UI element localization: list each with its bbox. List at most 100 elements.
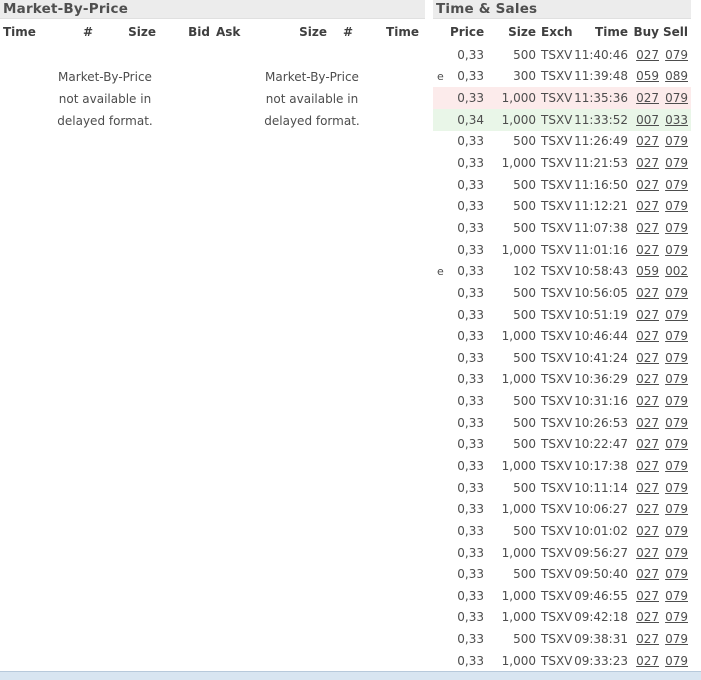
sell-broker-link[interactable]: 079: [665, 243, 688, 257]
sell-broker-link[interactable]: 079: [665, 459, 688, 473]
sell-broker-link[interactable]: 079: [665, 156, 688, 170]
trade-exchange: TSXV: [541, 610, 573, 625]
trade-row: 0,33 500 TSXV 10:22:47 027 079: [433, 434, 691, 456]
buy-broker-link[interactable]: 027: [636, 48, 659, 62]
sell-broker-link[interactable]: 079: [665, 48, 688, 62]
trade-row: 0,33 1,000 TSXV 10:17:38 027 079: [433, 455, 691, 477]
horizontal-scrollbar[interactable]: [0, 671, 701, 680]
trade-exchange: TSXV: [541, 47, 573, 62]
sell-broker-link[interactable]: 079: [665, 481, 688, 495]
buy-broker-link[interactable]: 027: [636, 546, 659, 560]
sell-broker-link[interactable]: 079: [665, 654, 688, 668]
trade-size: 500: [513, 220, 536, 235]
ask-message-line: not available in: [265, 92, 359, 106]
sell-broker-link[interactable]: 089: [665, 69, 688, 83]
ts-col-size: Size: [508, 25, 536, 39]
trade-row: 0,33 500 TSXV 10:51:19 027 079: [433, 304, 691, 326]
sell-broker-link[interactable]: 079: [665, 502, 688, 516]
sell-broker-link[interactable]: 079: [665, 329, 688, 343]
trade-size: 1,000: [501, 458, 536, 473]
sell-broker-link[interactable]: 079: [665, 178, 688, 192]
buy-broker-link[interactable]: 027: [636, 308, 659, 322]
buy-broker-link[interactable]: 027: [636, 567, 659, 581]
sell-broker-link[interactable]: 079: [665, 134, 688, 148]
buy-broker-link[interactable]: 059: [636, 264, 659, 278]
trade-price: 0,33: [457, 220, 484, 235]
trade-row: e 0,33 102 TSXV 10:58:43 059 002: [433, 260, 691, 282]
buy-broker-link[interactable]: 027: [636, 91, 659, 105]
trade-exchange: TSXV: [541, 329, 573, 344]
buy-broker-link[interactable]: 027: [636, 221, 659, 235]
buy-broker-link[interactable]: 027: [636, 134, 659, 148]
buy-broker-link[interactable]: 027: [636, 416, 659, 430]
buy-broker-link[interactable]: 027: [636, 329, 659, 343]
trade-price: 0,33: [457, 350, 484, 365]
buy-broker-link[interactable]: 027: [636, 610, 659, 624]
sell-broker-link[interactable]: 079: [665, 91, 688, 105]
buy-broker-link[interactable]: 027: [636, 178, 659, 192]
trade-size: 1,000: [501, 653, 536, 668]
trade-row: 0,33 500 TSXV 10:31:16 027 079: [433, 390, 691, 412]
trade-row: 0,33 1,000 TSXV 10:36:29 027 079: [433, 369, 691, 391]
buy-broker-link[interactable]: 027: [636, 199, 659, 213]
trade-time: 11:40:46: [574, 47, 628, 62]
trade-size: 1,000: [501, 502, 536, 517]
sell-broker-link[interactable]: 079: [665, 394, 688, 408]
sell-broker-link[interactable]: 079: [665, 221, 688, 235]
trade-price: 0,33: [457, 199, 484, 214]
trade-price: 0,33: [457, 134, 484, 149]
sell-broker-link[interactable]: 079: [665, 437, 688, 451]
buy-broker-link[interactable]: 027: [636, 654, 659, 668]
buy-broker-link[interactable]: 027: [636, 437, 659, 451]
buy-broker-link[interactable]: 027: [636, 524, 659, 538]
mbp-col-time-ask: Time: [386, 25, 419, 39]
buy-broker-link[interactable]: 027: [636, 459, 659, 473]
trade-exchange: TSXV: [541, 91, 573, 106]
trade-size: 1,000: [501, 329, 536, 344]
buy-broker-link[interactable]: 027: [636, 394, 659, 408]
buy-broker-link[interactable]: 027: [636, 286, 659, 300]
market-by-price-title: Market-By-Price: [0, 0, 425, 19]
buy-broker-link[interactable]: 027: [636, 632, 659, 646]
sell-broker-link[interactable]: 079: [665, 546, 688, 560]
trade-time: 11:35:36: [574, 91, 628, 106]
sell-broker-link[interactable]: 079: [665, 416, 688, 430]
sell-broker-link[interactable]: 079: [665, 351, 688, 365]
sell-broker-link[interactable]: 002: [665, 264, 688, 278]
ask-message-line: Market-By-Price: [265, 70, 359, 84]
trade-exchange: TSXV: [541, 69, 573, 84]
trade-exchange: TSXV: [541, 437, 573, 452]
ts-col-time: Time: [595, 25, 628, 39]
buy-broker-link[interactable]: 059: [636, 69, 659, 83]
trade-price: 0,33: [457, 69, 484, 84]
trade-size: 1,000: [501, 156, 536, 171]
sell-broker-link[interactable]: 079: [665, 610, 688, 624]
sell-broker-link[interactable]: 079: [665, 308, 688, 322]
trade-price: 0,33: [457, 610, 484, 625]
sell-broker-link[interactable]: 079: [665, 632, 688, 646]
trade-exchange: TSXV: [541, 177, 573, 192]
buy-broker-link[interactable]: 027: [636, 243, 659, 257]
sell-broker-link[interactable]: 079: [665, 524, 688, 538]
sell-broker-link[interactable]: 079: [665, 286, 688, 300]
sell-broker-link[interactable]: 079: [665, 199, 688, 213]
trade-exchange: TSXV: [541, 567, 573, 582]
buy-broker-link[interactable]: 027: [636, 351, 659, 365]
mbp-col-count-bid: #: [82, 25, 93, 39]
sell-broker-link[interactable]: 079: [665, 589, 688, 603]
sell-broker-link[interactable]: 079: [665, 567, 688, 581]
market-by-price-panel: Market-By-Price Time # Size Bid Ask Size…: [0, 0, 425, 671]
trade-exchange: TSXV: [541, 242, 573, 257]
trade-row: 0,33 1,000 TSXV 09:46:55 027 079: [433, 585, 691, 607]
buy-broker-link[interactable]: 027: [636, 502, 659, 516]
trade-row: 0,33 1,000 TSXV 11:01:16 027 079: [433, 239, 691, 261]
buy-broker-link[interactable]: 027: [636, 156, 659, 170]
buy-broker-link[interactable]: 027: [636, 372, 659, 386]
buy-broker-link[interactable]: 007: [636, 113, 659, 127]
trade-row: 0,33 500 TSXV 10:26:53 027 079: [433, 412, 691, 434]
buy-broker-link[interactable]: 027: [636, 589, 659, 603]
buy-broker-link[interactable]: 027: [636, 481, 659, 495]
sell-broker-link[interactable]: 033: [665, 113, 688, 127]
sell-broker-link[interactable]: 079: [665, 372, 688, 386]
trade-exchange: TSXV: [541, 653, 573, 668]
